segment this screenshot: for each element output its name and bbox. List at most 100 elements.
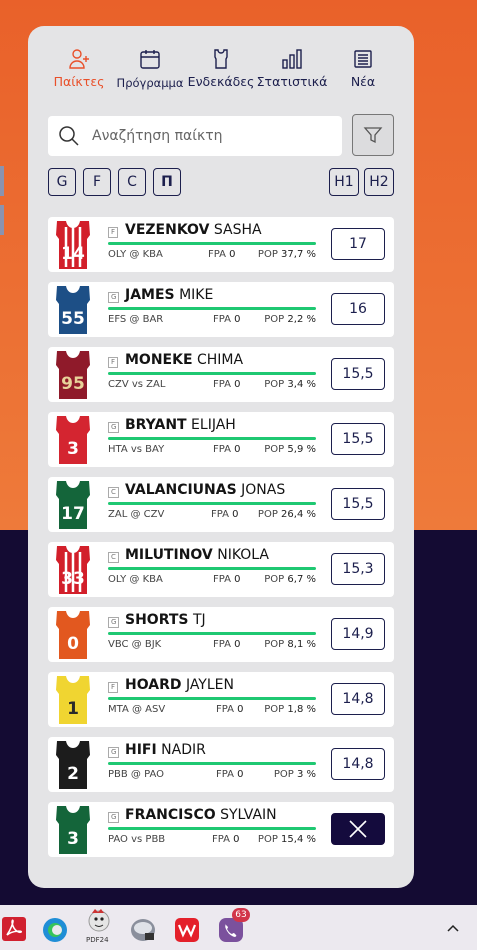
player-card[interactable]: 1 F HOARD JAYLEN MTA @ ASV FPA 0 POP 1,8 % 14,… <box>48 672 394 727</box>
player-position-tag: C <box>108 552 119 563</box>
pop-label: POP <box>264 639 285 650</box>
jersey-number: 95 <box>61 374 85 394</box>
fpa-value: 0 <box>232 509 239 520</box>
player-card[interactable]: 95 F MONEKE CHIMA CZV vs ZAL FPA 0 POP 3,4 % 1… <box>48 347 394 402</box>
player-card[interactable]: 55 G JAMES MIKE EFS @ BAR FPA 0 POP 2,2 % 16 <box>48 282 394 337</box>
player-name: MILUTINOV NIKOLA <box>125 547 269 563</box>
player-first-name: ELIJAH <box>191 417 236 433</box>
window-edge-tab[interactable] <box>0 205 4 235</box>
player-card[interactable]: 14 F VEZENKOV SASHA OLY @ KBA FPA 0 POP 37,7 … <box>48 217 394 272</box>
edge-browser-icon[interactable] <box>42 917 68 943</box>
jersey-number: 0 <box>67 634 79 654</box>
player-form-bar <box>108 762 316 765</box>
jersey-number: 55 <box>61 309 85 329</box>
chevron-up-icon[interactable] <box>445 920 461 936</box>
fpa-value: 0 <box>234 574 241 585</box>
player-price-button[interactable]: 16 <box>331 293 385 325</box>
position-filter-p[interactable]: Π <box>153 168 181 196</box>
player-pop: POP 37,7 % <box>258 249 316 260</box>
player-position-tag: G <box>108 292 120 303</box>
player-pop: POP 3 % <box>274 769 316 780</box>
player-last-name: HOARD <box>125 677 182 693</box>
player-price-button[interactable]: 15,5 <box>331 423 385 455</box>
tab-lineups[interactable]: Ενδεκάδες <box>186 44 256 114</box>
jersey-number: 17 <box>61 504 85 524</box>
player-game: EFS @ BAR <box>108 314 164 325</box>
player-fpa: FPA 0 <box>213 444 241 455</box>
search-icon <box>59 126 79 146</box>
player-pop: POP 8,1 % <box>264 639 316 650</box>
pdf24-icon[interactable]: PDF24 <box>86 907 112 949</box>
jersey-number: 3 <box>67 439 79 459</box>
tab-schedule[interactable]: Πρόγραμμα <box>115 44 185 114</box>
tab-stats[interactable]: Στατιστικά <box>257 44 327 114</box>
disk-tool-icon[interactable] <box>130 917 156 943</box>
position-filter-g[interactable]: G <box>48 168 76 196</box>
player-name: HOARD JAYLEN <box>125 677 234 693</box>
player-card[interactable]: 2 G HIFI NADIR PBB @ PAO FPA 0 POP 3 % 14,8 <box>48 737 394 792</box>
search-input[interactable] <box>90 122 334 150</box>
fpa-label: FPA <box>213 639 231 650</box>
player-price-button[interactable]: 17 <box>331 228 385 260</box>
position-filter-c[interactable]: C <box>118 168 146 196</box>
player-pop: POP 2,2 % <box>264 314 316 325</box>
player-name: HIFI NADIR <box>125 742 206 758</box>
player-price-button[interactable]: 14,9 <box>331 618 385 650</box>
player-jersey-icon: 3 <box>51 804 95 855</box>
player-pop: POP 26,4 % <box>258 509 316 520</box>
player-jersey-icon: 0 <box>51 609 95 660</box>
pop-label: POP <box>264 574 285 585</box>
fpa-value: 0 <box>234 639 241 650</box>
fpa-value: 0 <box>229 249 236 260</box>
player-name: VALANCIUNAS JONAS <box>125 482 285 498</box>
player-card[interactable]: 33 C MILUTINOV NIKOLA OLY @ KBA FPA 0 POP 6,7… <box>48 542 394 597</box>
jersey-icon <box>211 44 231 74</box>
player-jersey-icon: 14 <box>51 219 95 270</box>
player-game: HTA vs BAY <box>108 444 165 455</box>
player-card[interactable]: 3 G BRYANT ELIJAH HTA vs BAY FPA 0 POP 5,9 % 1… <box>48 412 394 467</box>
fpa-value: 0 <box>237 769 244 780</box>
player-form-bar <box>108 632 316 635</box>
remove-player-button[interactable] <box>331 813 385 845</box>
player-first-name: MIKE <box>179 287 214 303</box>
player-price-button[interactable]: 14,8 <box>331 683 385 715</box>
player-price-button[interactable]: 15,5 <box>331 488 385 520</box>
player-game: PAO vs PBB <box>108 834 166 845</box>
pop-value: 1,8 % <box>287 704 316 715</box>
player-last-name: MILUTINOV <box>125 547 213 563</box>
player-price-button[interactable]: 15,5 <box>331 358 385 390</box>
player-first-name: SYLVAIN <box>220 807 277 823</box>
close-icon <box>349 820 367 838</box>
player-card[interactable]: 0 G SHORTS TJ VBC @ BJK FPA 0 POP 8,1 % 14,9 <box>48 607 394 662</box>
half-filter-h1[interactable]: H1 <box>329 168 359 196</box>
pop-label: POP <box>257 834 278 845</box>
window-edge-tab[interactable] <box>0 166 4 196</box>
fpa-label: FPA <box>212 834 230 845</box>
player-price-button[interactable]: 14,8 <box>331 748 385 780</box>
player-jersey-icon: 2 <box>51 739 95 790</box>
pdf-reader-icon[interactable] <box>2 917 28 943</box>
fpa-value: 0 <box>234 444 241 455</box>
search-box <box>48 116 342 156</box>
jersey-number: 2 <box>67 764 79 784</box>
pop-label: POP <box>264 314 285 325</box>
pop-label: POP <box>257 249 278 260</box>
player-form-bar <box>108 242 316 245</box>
fpa-label: FPA <box>216 704 234 715</box>
player-game: ZAL @ CZV <box>108 509 165 520</box>
position-filter-f[interactable]: F <box>83 168 111 196</box>
player-pop: POP 5,9 % <box>264 444 316 455</box>
player-position-tag: F <box>108 227 119 238</box>
wps-office-icon[interactable] <box>174 917 200 943</box>
filter-button[interactable] <box>352 114 394 156</box>
fpa-label: FPA <box>213 574 231 585</box>
half-filter-h2[interactable]: H2 <box>364 168 394 196</box>
pop-value: 5,9 % <box>287 444 316 455</box>
player-fpa: FPA 0 <box>213 574 241 585</box>
pop-value: 15,4 % <box>281 834 316 845</box>
tab-players[interactable]: Παίκτες <box>44 44 114 114</box>
player-card[interactable]: 3 G FRANCISCO SYLVAIN PAO vs PBB FPA 0 POP 15… <box>48 802 394 857</box>
tab-news[interactable]: Νέα <box>328 44 398 114</box>
player-price-button[interactable]: 15,3 <box>331 553 385 585</box>
player-card[interactable]: 17 C VALANCIUNAS JONAS ZAL @ CZV FPA 0 POP 26… <box>48 477 394 532</box>
